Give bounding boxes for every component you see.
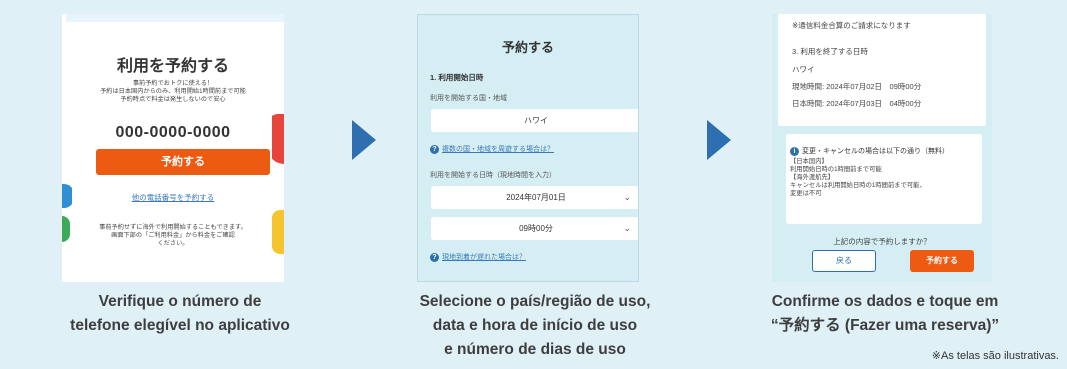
- policy-line: 【日本国内】: [790, 158, 828, 165]
- policy-line: キャンセルは利用開始日時の1時間前まで可能、: [790, 182, 926, 189]
- section-heading: 3. 利用を終了する日時: [792, 47, 868, 56]
- country-label: 利用を開始する国・地域: [430, 95, 507, 102]
- country-field[interactable]: ハワイ: [431, 109, 638, 132]
- question-icon: ?: [430, 144, 439, 154]
- other-number-link[interactable]: 他の電話番号を予約する: [62, 192, 284, 203]
- time-value: 09時00分: [519, 224, 553, 233]
- question-icon: ?: [430, 252, 439, 262]
- info-text: 事前予約でおトクに使える！: [132, 80, 214, 87]
- page-title: 利用を予約する: [116, 58, 229, 75]
- page-title: 予約する: [501, 40, 554, 55]
- caption-step-2: Selecione o país/região de uso, data e h…: [385, 290, 685, 362]
- caption-line: Verifique o número de: [98, 293, 262, 310]
- chevron-down-icon: ⌄: [623, 223, 631, 233]
- caption-line: telefone elegível no aplicativo: [70, 317, 290, 334]
- screenshot-reserve-confirm: ※通信料金合算のご請求になります 3. 利用を終了する日時 ハワイ 現地時間: …: [772, 14, 992, 282]
- footer-text: 画面下部の「ご利用料金」から料金をご確認: [111, 232, 235, 239]
- caption-step-3: Confirme os dados e toque em “予約する (Faze…: [735, 290, 1035, 338]
- back-button[interactable]: 戻る: [812, 250, 876, 272]
- japan-time: 日本時間: 2024年07月03日 04時00分: [792, 99, 922, 108]
- confirm-question: 上記の内容で予約しますか？: [833, 237, 931, 246]
- decoration: [62, 216, 70, 242]
- arrow-right-icon: [352, 120, 376, 160]
- billing-note: ※通信料金合算のご請求になります: [792, 21, 911, 30]
- country-value: ハワイ: [524, 116, 548, 125]
- caption-line: e número de dias de uso: [444, 341, 626, 358]
- reserve-button[interactable]: 予約する: [910, 250, 974, 272]
- reserve-button[interactable]: 予約する: [96, 149, 270, 175]
- screenshot-reserve-start: 利用を予約する 事前予約でおトクに使える！ 予約は日本国内からのみ、利用開始1時…: [62, 14, 284, 282]
- cancel-policy-body: 【日本国内】 利用開始日時の1時間前まで可能 【海外渡航先】 キャンセルは利用開…: [790, 158, 926, 198]
- phone-number: 000-0000-0000: [115, 124, 231, 141]
- policy-line: 利用開始日時の1時間前まで可能: [790, 166, 882, 173]
- policy-line: 変更は不可: [790, 190, 822, 197]
- footer-text: 事前予約せずに海外で利用開始することもできます。: [99, 224, 247, 231]
- screenshot-reserve-form: 予約する 1. 利用開始日時 利用を開始する国・地域 ハワイ ? 複数の国・地域…: [417, 14, 639, 282]
- caption-line: Confirme os dados e toque em: [771, 293, 999, 310]
- time-select[interactable]: 09時00分 ⌄: [431, 217, 638, 240]
- footer-text: ください。: [157, 240, 189, 247]
- cancel-policy-box: i 変更・キャンセルの場合は以下の通り（無料） 【日本国内】 利用開始日時の1時…: [786, 134, 982, 224]
- local-time: 現地時間: 2024年07月02日 09時00分: [792, 82, 922, 91]
- multi-country-help[interactable]: ? 複数の国・地域を周遊する場合は？: [430, 144, 554, 154]
- footnote: ※As telas são ilustrativas.: [931, 350, 1059, 362]
- region-value: ハワイ: [792, 65, 815, 74]
- cancel-head-text: 変更・キャンセルの場合は以下の通り（無料）: [802, 148, 949, 155]
- chevron-down-icon: ⌄: [623, 192, 631, 202]
- datetime-label: 利用を開始する日時（現地時間を入力）: [430, 172, 556, 179]
- caption-line: data e hora de início de uso: [432, 317, 638, 334]
- late-arrival-link[interactable]: 現地到着が遅れた場合は？: [442, 252, 526, 262]
- date-value: 2024年07月01日: [506, 193, 566, 202]
- decoration: [272, 210, 284, 254]
- info-text: 予約は日本国内からのみ、利用開始1時間前まで可能: [100, 88, 246, 95]
- multi-country-link[interactable]: 複数の国・地域を周遊する場合は？: [442, 144, 554, 154]
- info-text: 予約時点で料金は発生しないので安心: [120, 96, 226, 103]
- cancel-policy-heading: i 変更・キャンセルの場合は以下の通り（無料）: [790, 146, 949, 156]
- caption-line: Selecione o país/região de uso,: [419, 293, 651, 310]
- date-select[interactable]: 2024年07月01日 ⌄: [431, 186, 638, 209]
- decoration: [66, 14, 284, 22]
- section-heading: 1. 利用開始日時: [430, 73, 484, 82]
- info-icon: i: [790, 146, 799, 156]
- arrow-right-icon: [707, 120, 731, 160]
- caption-step-1: Verifique o número de telefone elegível …: [40, 290, 320, 338]
- caption-line: “予約する (Fazer uma reserva)”: [770, 317, 1000, 334]
- policy-line: 【海外渡航先】: [790, 174, 835, 181]
- late-arrival-help[interactable]: ? 現地到着が遅れた場合は？: [430, 252, 526, 262]
